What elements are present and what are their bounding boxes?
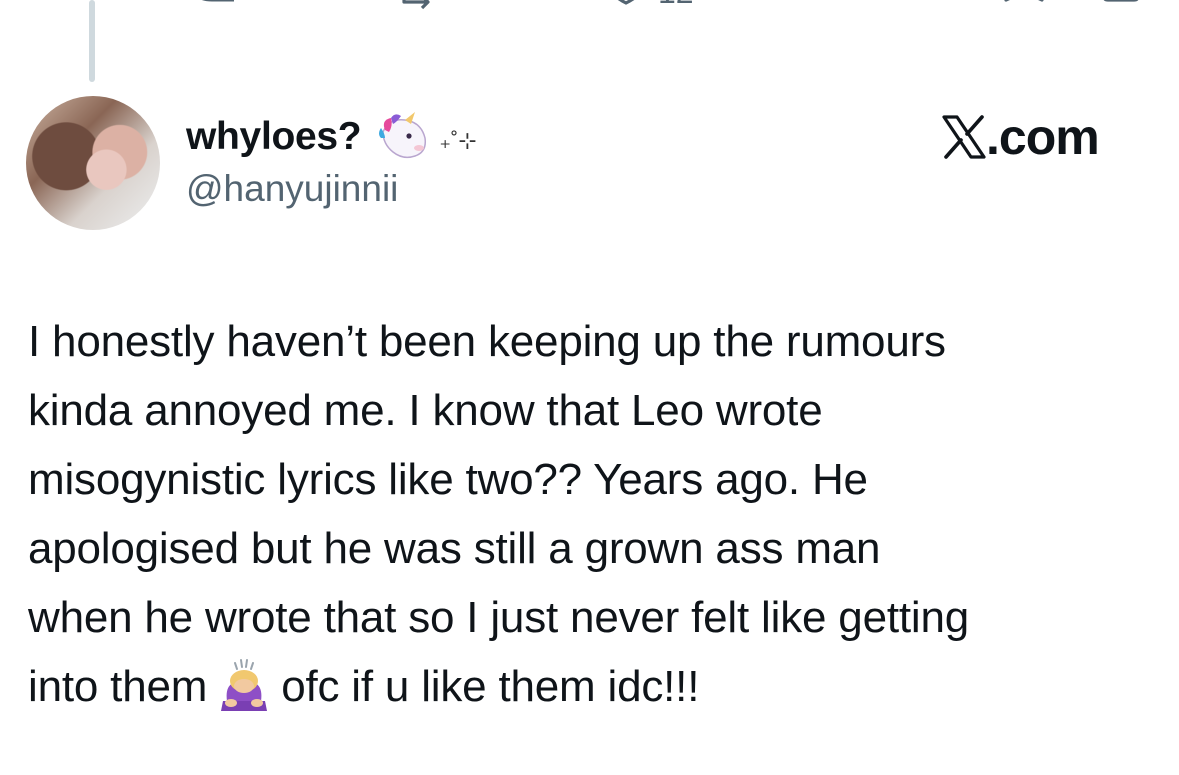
tweet-line: kinda annoyed me. I know that Leo wrote <box>28 386 823 435</box>
reply-icon[interactable] <box>190 0 240 16</box>
retweet-icon[interactable] <box>398 0 448 16</box>
tweet-line: apologised but he was still a grown ass … <box>28 524 881 573</box>
bookmark-icon[interactable] <box>1002 0 1048 16</box>
tweet-line-part: into them <box>28 662 208 711</box>
views-icon[interactable] <box>850 0 890 16</box>
tweet-line-part: ofc if u like them idc!!! <box>281 662 700 711</box>
tweet-action-bar: 12 <box>0 0 1179 20</box>
user-handle[interactable]: @hanyujinnii <box>186 168 398 210</box>
sparkle-decoration: ₊˚⊹ <box>439 128 477 153</box>
tweet-line: I honestly haven’t been keeping up the r… <box>28 317 946 366</box>
user-name-row: whyloes? ₊˚⊹ <box>186 112 477 162</box>
share-icon[interactable] <box>1098 0 1148 16</box>
display-name[interactable]: whyloes? <box>186 115 362 159</box>
tweet-text: I honestly haven’t been keeping up the r… <box>28 307 1168 721</box>
tweet-line: misogynistic lyrics like two?? Years ago… <box>28 455 868 504</box>
brand-domain: .com <box>986 109 1100 165</box>
x-logo-icon <box>942 115 986 159</box>
tweet-line-last: into them ofc if u like them idc!!! <box>28 652 1168 721</box>
like-count: 12 <box>658 0 694 11</box>
person-bowing-emoji-icon <box>221 659 268 711</box>
like-icon[interactable] <box>604 0 654 16</box>
unicorn-emoji-icon <box>379 112 427 159</box>
tweet-line: when he wrote that so I just never felt … <box>28 593 970 642</box>
avatar[interactable] <box>26 96 160 230</box>
x-brand: .com <box>940 107 1100 167</box>
